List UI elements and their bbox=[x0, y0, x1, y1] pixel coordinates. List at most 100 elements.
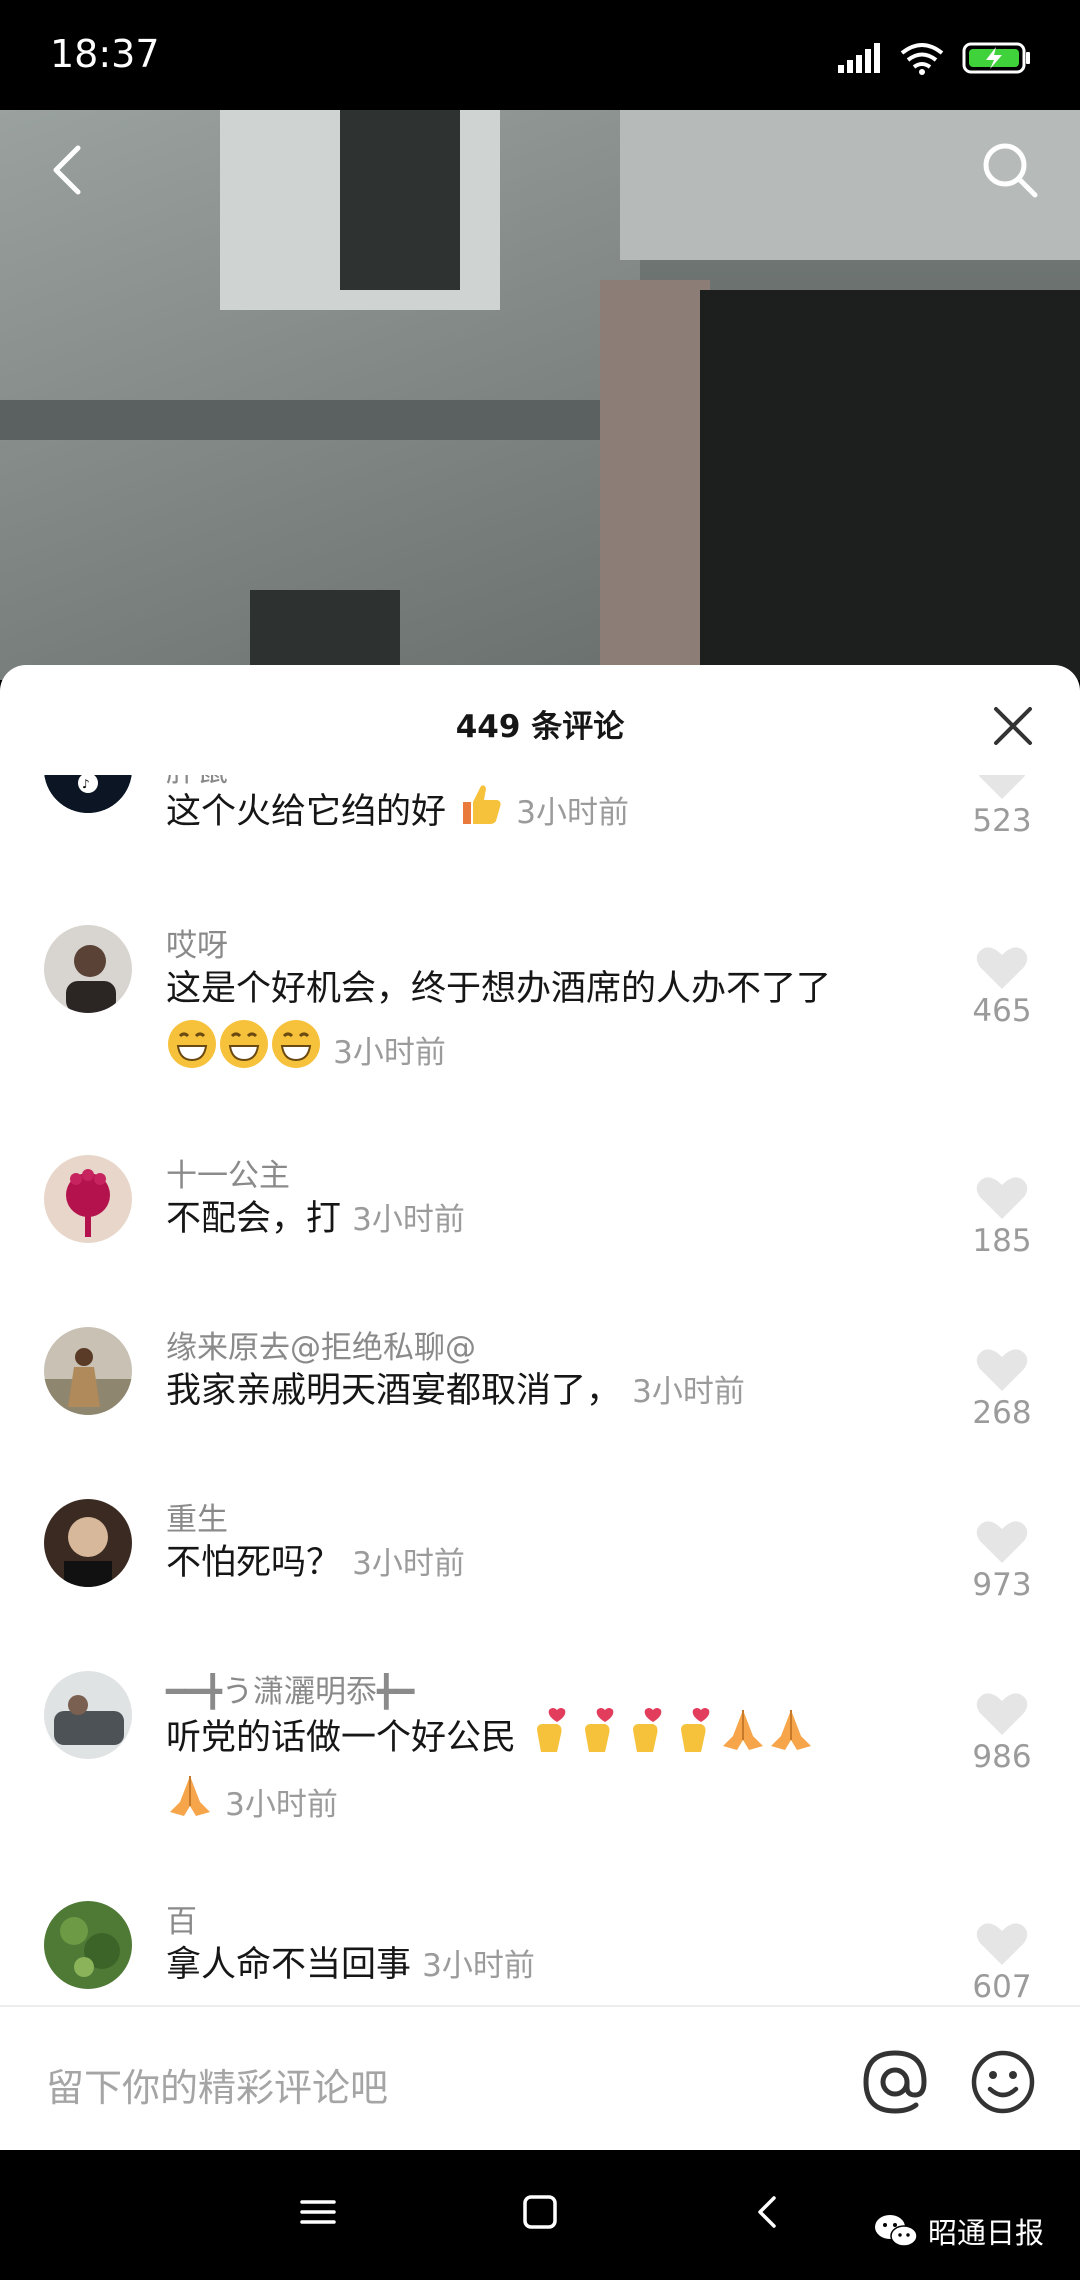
comment-body: 这是个好机会，终于想办酒席的人办不了了 bbox=[166, 969, 832, 1009]
like-count: 607 bbox=[972, 1969, 1032, 2000]
comment-text: 不配会，打 3小时前 bbox=[166, 1190, 956, 1249]
comment-text: 这个火给它绉的好 3小时前 bbox=[166, 780, 956, 846]
video-frame-ledge bbox=[0, 400, 620, 440]
smiley-icon bbox=[971, 2050, 1035, 2114]
comment-author[interactable]: 重生 bbox=[166, 1494, 228, 1539]
avatar[interactable] bbox=[44, 1499, 132, 1587]
avatar-image bbox=[44, 1155, 132, 1243]
search-icon bbox=[983, 143, 1038, 198]
comment-sheet: 449 条评论 ♪ 胖鼠 这个火给它绉的好 bbox=[0, 665, 1080, 2150]
comment-text: 这是个好机会，终于想办酒席的人办不了了 3小时前 bbox=[166, 960, 956, 1088]
avatar[interactable] bbox=[44, 1327, 132, 1415]
status-time: 18:37 bbox=[50, 32, 160, 76]
comment-body: 不配会，打 bbox=[166, 1199, 342, 1239]
comment-body: 这个火给它绉的好 bbox=[166, 792, 447, 832]
comment-author[interactable]: 缘来原去@拒绝私聊@ bbox=[166, 1322, 476, 1367]
menu-button[interactable] bbox=[298, 2192, 338, 2236]
like-count: 973 bbox=[972, 1567, 1032, 1603]
finger-heart-emoji-icon bbox=[575, 1706, 623, 1772]
finger-heart-emoji-icon bbox=[671, 1706, 719, 1772]
avatar[interactable] bbox=[44, 925, 132, 1013]
avatar-image bbox=[44, 1499, 132, 1587]
nav-back-button[interactable] bbox=[748, 2192, 788, 2236]
video-frame-doorway bbox=[700, 290, 1080, 680]
comment-body: 不怕死吗？ bbox=[166, 1543, 342, 1583]
avatar[interactable] bbox=[44, 1901, 132, 1989]
video-player[interactable] bbox=[0, 110, 1080, 680]
like-button[interactable]: 268 bbox=[962, 1347, 1042, 1431]
comment-list[interactable]: ♪ 胖鼠 这个火给它绉的好 3小时前 523 bbox=[0, 775, 1080, 2000]
svg-text:♪: ♪ bbox=[82, 777, 90, 791]
heart-icon bbox=[976, 1349, 1028, 1391]
grinning-emoji-icon bbox=[166, 1018, 218, 1088]
thumbs-up-emoji-icon bbox=[457, 780, 505, 846]
heart-icon bbox=[978, 775, 1026, 799]
comment-text: 我家亲戚明天酒宴都取消了， 3小时前 bbox=[166, 1362, 956, 1421]
comment-body: 我家亲戚明天酒宴都取消了， bbox=[166, 1371, 622, 1411]
status-icons bbox=[838, 38, 1032, 78]
watermark-text: 昭通日报 bbox=[927, 2216, 1044, 2250]
video-frame-pillar bbox=[600, 280, 710, 680]
like-count: 465 bbox=[972, 993, 1032, 1029]
video-frame-window-glass bbox=[340, 110, 460, 290]
at-icon bbox=[863, 2050, 927, 2114]
like-count: 268 bbox=[972, 1395, 1032, 1431]
heart-icon bbox=[976, 1693, 1028, 1735]
search-button[interactable] bbox=[980, 140, 1040, 200]
heart-icon bbox=[976, 947, 1028, 989]
close-icon bbox=[994, 707, 1032, 745]
avatar-image: ♪ bbox=[44, 775, 132, 813]
comment-author[interactable]: 哎呀 bbox=[166, 920, 228, 965]
like-button[interactable]: 986 bbox=[962, 1691, 1042, 1775]
finger-heart-emoji-icon bbox=[527, 1706, 575, 1772]
comment-author[interactable]: 百 bbox=[166, 1896, 197, 1941]
comment-time: 3小时前 bbox=[516, 795, 630, 831]
folded-hands-emoji-icon bbox=[767, 1706, 815, 1772]
comment-time: 3小时前 bbox=[422, 1948, 535, 1984]
grinning-emoji-icon bbox=[218, 1018, 270, 1088]
home-button[interactable] bbox=[520, 2192, 560, 2236]
battery-icon bbox=[962, 42, 1030, 74]
like-button[interactable]: 465 bbox=[962, 945, 1042, 1029]
comment-author[interactable]: 十一公主 bbox=[166, 1150, 290, 1195]
comment-sheet-header: 449 条评论 bbox=[0, 665, 1080, 775]
watermark: 昭通日报 bbox=[874, 2210, 1044, 2252]
comment-body: 听党的话做一个好公民 bbox=[166, 1718, 517, 1758]
comment-input-bar: 留下你的精彩评论吧 bbox=[0, 2005, 1080, 2152]
avatar-image bbox=[44, 1901, 132, 1989]
back-button[interactable] bbox=[40, 140, 100, 200]
mention-button[interactable] bbox=[860, 2047, 930, 2117]
like-button[interactable]: 523 bbox=[962, 775, 1042, 839]
comment-author[interactable]: ━━╋う潇灑明忝╋━ bbox=[166, 1666, 414, 1711]
like-button[interactable]: 973 bbox=[962, 1519, 1042, 1603]
comment-input[interactable]: 留下你的精彩评论吧 bbox=[46, 2057, 388, 2112]
close-button[interactable] bbox=[992, 705, 1034, 747]
finger-heart-emoji-icon bbox=[623, 1706, 671, 1772]
like-count: 986 bbox=[972, 1739, 1032, 1775]
like-button[interactable]: 185 bbox=[962, 1175, 1042, 1259]
comment-time: 3小时前 bbox=[352, 1202, 465, 1238]
comment-count-title: 449 条评论 bbox=[455, 709, 625, 745]
avatar-image bbox=[44, 925, 132, 1013]
avatar[interactable]: ♪ bbox=[44, 775, 132, 813]
back-icon bbox=[53, 145, 81, 195]
avatar-image bbox=[44, 1671, 132, 1759]
comment-time: 3小时前 bbox=[225, 1787, 338, 1823]
system-nav-bar: 昭通日报 bbox=[0, 2150, 1080, 2280]
avatar[interactable] bbox=[44, 1155, 132, 1243]
emoji-button[interactable] bbox=[970, 2049, 1036, 2115]
menu-icon bbox=[300, 2200, 336, 2224]
folded-hands-emoji-icon bbox=[166, 1772, 214, 1838]
avatar[interactable] bbox=[44, 1671, 132, 1759]
comment-time: 3小时前 bbox=[352, 1546, 465, 1582]
grinning-emoji-icon bbox=[270, 1018, 322, 1088]
avatar-image bbox=[44, 1327, 132, 1415]
signal-icon bbox=[838, 43, 880, 73]
comment-text: 听党的话做一个好公民 3小时前 bbox=[166, 1706, 956, 1838]
heart-icon bbox=[976, 1923, 1028, 1965]
comment-text: 不怕死吗？ 3小时前 bbox=[166, 1534, 956, 1593]
wifi-icon bbox=[900, 43, 944, 75]
like-button[interactable]: 607 bbox=[962, 1921, 1042, 2000]
home-icon bbox=[523, 2195, 557, 2229]
heart-icon bbox=[976, 1521, 1028, 1563]
